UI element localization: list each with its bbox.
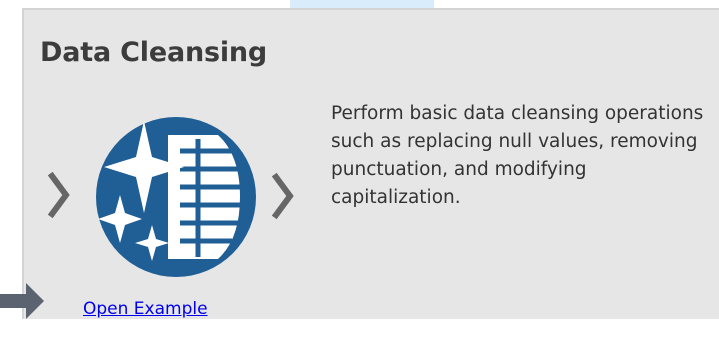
arrow-right-icon <box>0 283 44 319</box>
card-description: Perform basic data cleansing operations … <box>331 103 704 208</box>
example-card: Data Cleansing Perform basic data cleans… <box>22 8 719 319</box>
card-title: Data Cleansing <box>40 37 268 68</box>
data-cleansing-icon <box>96 117 256 277</box>
chevron-right-marker-icon <box>271 173 294 219</box>
chevron-left-marker-icon <box>47 172 70 218</box>
table-graphic <box>168 135 240 259</box>
tab-highlight <box>290 0 434 8</box>
open-example-link[interactable]: Open Example <box>83 297 208 321</box>
screenshot-canvas: Data Cleansing Perform basic data cleans… <box>0 0 719 343</box>
